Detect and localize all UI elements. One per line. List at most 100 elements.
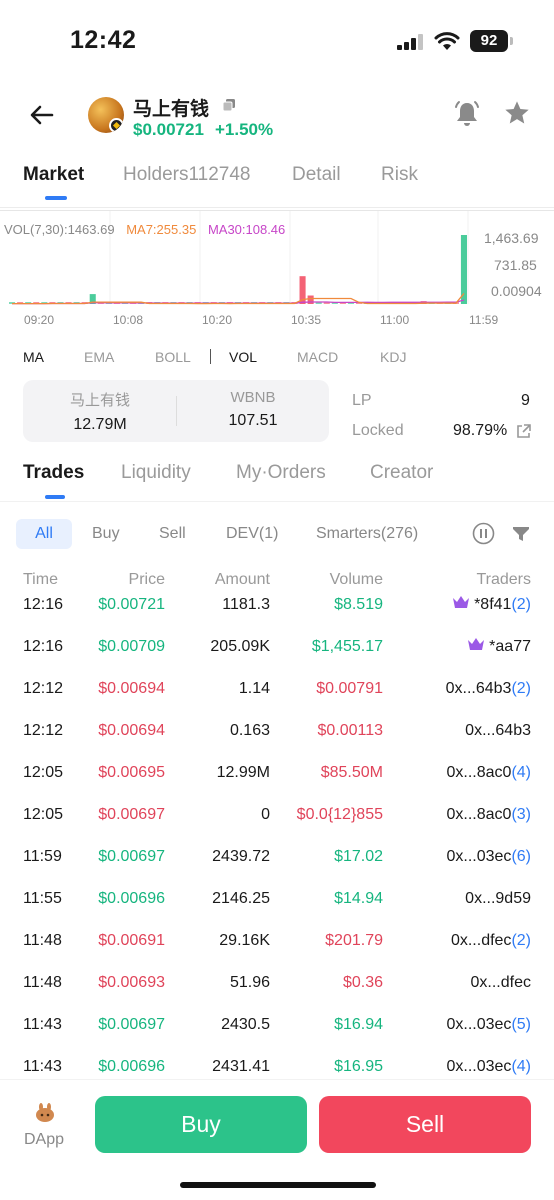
table-row[interactable]: 12:05 $0.00697 0 $0.0{12}855 0x...8ac0(3) xyxy=(0,806,554,848)
cell-trader[interactable]: 0x...03ec(4) xyxy=(447,1058,532,1076)
table-row[interactable]: 11:43 $0.00696 2431.41 $16.95 0x...03ec(4) xyxy=(0,1058,554,1079)
cell-time: 12:16 xyxy=(23,638,64,655)
cell-trader[interactable]: 0x...8ac0(4) xyxy=(447,764,532,782)
lp-label: LP xyxy=(352,392,372,409)
cell-amount: 1181.3 xyxy=(222,596,270,613)
cell-amount: 2430.5 xyxy=(221,1016,270,1033)
cell-time: 11:43 xyxy=(23,1058,62,1075)
column-header-price: Price xyxy=(128,571,165,588)
indicator-kdj[interactable]: KDJ xyxy=(380,349,406,365)
trader-address: 0x...03ec xyxy=(446,1058,512,1075)
cell-trader[interactable]: 0x...64b3 xyxy=(465,722,531,740)
indicator-macd[interactable]: MACD xyxy=(297,349,338,365)
external-link-icon[interactable] xyxy=(515,423,532,440)
cell-amount: 2439.72 xyxy=(212,848,270,865)
column-header-time: Time xyxy=(23,571,58,588)
cell-trader[interactable]: 0x...64b3(2) xyxy=(446,680,531,698)
cell-amount: 0 xyxy=(261,806,270,823)
indicator-boll[interactable]: BOLL xyxy=(155,349,191,365)
indicator-ma[interactable]: MA xyxy=(23,349,44,365)
trader-address: 0x...03ec xyxy=(446,848,512,865)
main-tabs: Market Holders112748 Detail Risk xyxy=(0,158,554,208)
filter-dev[interactable]: DEV(1) xyxy=(218,519,286,549)
table-row[interactable]: 12:12 $0.00694 1.14 $0.00791 0x...64b3(2) xyxy=(0,680,554,722)
cell-volume: $8.519 xyxy=(334,596,383,613)
cell-trader[interactable]: 0x...03ec(6) xyxy=(447,848,532,866)
table-row[interactable]: 12:12 $0.00694 0.163 $0.00113 0x...64b3 xyxy=(0,722,554,764)
token-name: 马上有钱 xyxy=(133,99,210,120)
copy-icon[interactable] xyxy=(222,98,236,112)
table-row[interactable]: 11:43 $0.00697 2430.5 $16.94 0x...03ec(5) xyxy=(0,1016,554,1058)
cell-price: $0.00693 xyxy=(98,974,165,991)
trader-tx-count: (2) xyxy=(511,596,531,613)
battery-cap xyxy=(510,37,513,45)
tab-holders[interactable]: Holders112748 xyxy=(123,164,250,186)
tab-my-orders[interactable]: My·Orders xyxy=(236,462,326,484)
x-tick-label: 10:08 xyxy=(113,313,144,327)
table-row[interactable]: 11:48 $0.00693 51.96 $0.36 0x...dfec xyxy=(0,974,554,1016)
tab-trades[interactable]: Trades xyxy=(23,462,84,484)
legend-vol: VOL(7,30):1463.69 xyxy=(4,222,115,237)
filter-funnel-icon[interactable] xyxy=(513,527,529,541)
cell-trader[interactable]: 0x...9d59 xyxy=(465,890,531,908)
filter-sell[interactable]: Sell xyxy=(151,519,194,549)
indicator-vol[interactable]: VOL xyxy=(229,349,257,365)
table-row[interactable]: 12:05 $0.00695 12.99M $85.50M 0x...8ac0(4) xyxy=(0,764,554,806)
x-tick-label: 11:00 xyxy=(380,313,410,327)
indicator-tabs: MA EMA BOLL VOL MACD KDJ xyxy=(0,345,554,371)
status-time: 12:42 xyxy=(70,26,137,54)
trader-address: 0x...64b3 xyxy=(465,722,531,739)
cell-trader[interactable]: 0x...8ac0(3) xyxy=(447,806,532,824)
trader-address: 0x...03ec xyxy=(446,1016,512,1033)
table-row[interactable]: 12:16 $0.00721 1181.3 $8.519 *8f41(2) xyxy=(0,596,554,638)
table-row[interactable]: 12:16 $0.00709 205.09K $1,455.17 *aa77 xyxy=(0,638,554,680)
cell-trader[interactable]: 0x...dfec(2) xyxy=(451,932,531,950)
tab-detail[interactable]: Detail xyxy=(292,164,341,186)
filter-buy[interactable]: Buy xyxy=(84,519,128,549)
trader-address: 0x...8ac0 xyxy=(446,764,512,781)
sell-button[interactable]: Sell xyxy=(319,1096,531,1153)
cell-volume: $17.02 xyxy=(334,848,383,865)
back-arrow-icon[interactable] xyxy=(26,99,58,131)
dapp-label[interactable]: DApp xyxy=(24,1131,64,1149)
table-row[interactable]: 11:55 $0.00696 2146.25 $14.94 0x...9d59 xyxy=(0,890,554,932)
price-alert-bell-icon[interactable] xyxy=(452,99,482,129)
favorite-star-icon[interactable] xyxy=(503,99,531,127)
cell-trader[interactable]: 0x...dfec xyxy=(471,974,531,992)
token-price-change: +1.50% xyxy=(215,120,274,139)
cell-trader[interactable]: 0x...03ec(5) xyxy=(447,1016,532,1034)
trader-address: 0x...dfec xyxy=(470,974,531,991)
filter-all[interactable]: All xyxy=(16,519,72,549)
tab-liquidity[interactable]: Liquidity xyxy=(121,462,191,484)
buy-button[interactable]: Buy xyxy=(95,1096,307,1153)
cell-time: 11:59 xyxy=(23,848,62,865)
lp-value: 9 xyxy=(521,392,530,409)
tab-market[interactable]: Market xyxy=(23,164,84,186)
indicator-ema[interactable]: EMA xyxy=(84,349,114,365)
pancake-dapp-icon[interactable] xyxy=(34,1102,56,1124)
cell-trader[interactable]: *aa77 xyxy=(468,638,531,656)
cell-volume: $0.36 xyxy=(342,974,383,991)
tab-creator[interactable]: Creator xyxy=(370,462,433,484)
token-header: 马上有钱 $0.00721 +1.50% xyxy=(0,85,554,145)
cell-time: 12:05 xyxy=(23,764,64,781)
table-row[interactable]: 11:48 $0.00691 29.16K $201.79 0x...dfec(2) xyxy=(0,932,554,974)
cell-time: 12:16 xyxy=(23,596,64,613)
pause-icon[interactable] xyxy=(472,522,495,545)
trader-address: 0x...64b3 xyxy=(445,680,512,697)
trader-tx-count: (5) xyxy=(511,1016,531,1033)
liquidity-pool-card: 马上有钱 12.79M WBNB 107.51 xyxy=(23,380,329,442)
cell-trader[interactable]: *8f41(2) xyxy=(453,596,531,614)
tab-risk[interactable]: Risk xyxy=(381,164,418,186)
volume-chart[interactable]: VOL(7,30):1463.69 MA7:255.35 MA30:108.46… xyxy=(0,210,554,335)
cell-price: $0.00697 xyxy=(98,1016,165,1033)
chart-legend: VOL(7,30):1463.69 MA7:255.35 MA30:108.46 xyxy=(4,222,293,237)
pool-token-a-label: 马上有钱 xyxy=(69,392,130,409)
table-row[interactable]: 11:59 $0.00697 2439.72 $17.02 0x...03ec(6) xyxy=(0,848,554,890)
battery-icon: 92 xyxy=(470,30,508,52)
cell-price: $0.00696 xyxy=(98,890,165,907)
y-tick-label: 1,463.69 xyxy=(484,230,539,246)
column-header-traders: Traders xyxy=(476,571,531,588)
cell-price: $0.00697 xyxy=(98,806,165,823)
filter-smarters[interactable]: Smarters(276) xyxy=(308,519,426,549)
